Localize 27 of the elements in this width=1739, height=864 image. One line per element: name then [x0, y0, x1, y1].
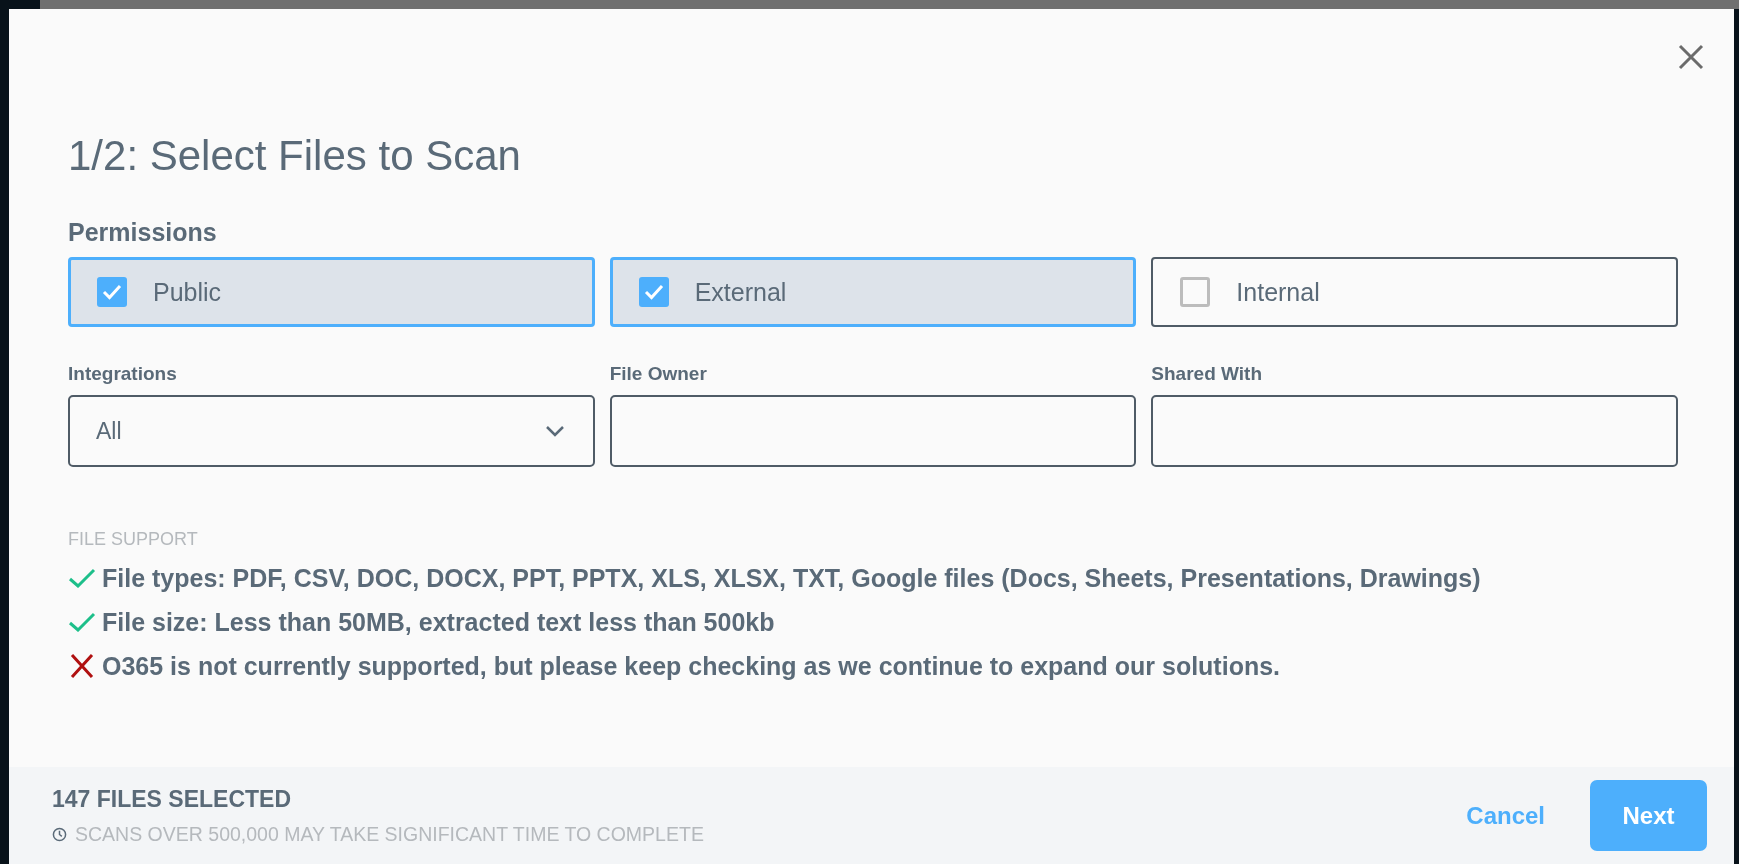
check-icon	[102, 284, 122, 300]
checkbox[interactable]	[97, 277, 127, 307]
support-note: File size: Less than 50MB, extracted text less than 500kb	[102, 607, 775, 637]
selected-count: 147 FILES SELECTED	[52, 785, 291, 813]
checkbox[interactable]	[638, 277, 669, 307]
permission-option[interactable]: External	[609, 257, 1137, 327]
support-note: File types: PDF, CSV, DOC, DOCX, PPT, PPTX, XLS, XLSX, TXT, Google files (Docs, Sheets, Presentations, Drawings)	[102, 563, 1481, 593]
integrations-dropdown[interactable]: All	[68, 395, 595, 467]
section-heading: Permissions	[68, 218, 217, 247]
dialog-title: 1/2: Select Files to Scan	[68, 132, 521, 180]
checkbox[interactable]	[1180, 277, 1211, 307]
next-button[interactable]: Next	[1590, 780, 1707, 851]
section-heading: FILE SUPPORT	[68, 529, 198, 550]
input-field[interactable]	[609, 395, 1137, 467]
permission-option[interactable]: Internal	[1151, 257, 1678, 327]
field-label: File Owner	[609, 363, 708, 385]
check-icon	[643, 284, 664, 300]
close-icon[interactable]	[1678, 44, 1704, 70]
field-label: Shared With	[1151, 363, 1263, 385]
clock-icon	[52, 826, 67, 842]
permission-option[interactable]: Public	[68, 257, 595, 327]
support-note: O365 is not currently supported, but please keep checking as we continue to expand our solutions.	[102, 651, 1281, 681]
cancel-button[interactable]: Cancel	[1446, 791, 1565, 840]
chevron-down-icon	[544, 425, 565, 437]
field-label: Integrations	[68, 363, 178, 385]
hint-text: SCANS OVER 500,000 MAY TAKE SIGNIFICANT TIME TO COMPLETE	[75, 822, 704, 846]
input-field[interactable]	[1151, 395, 1678, 467]
